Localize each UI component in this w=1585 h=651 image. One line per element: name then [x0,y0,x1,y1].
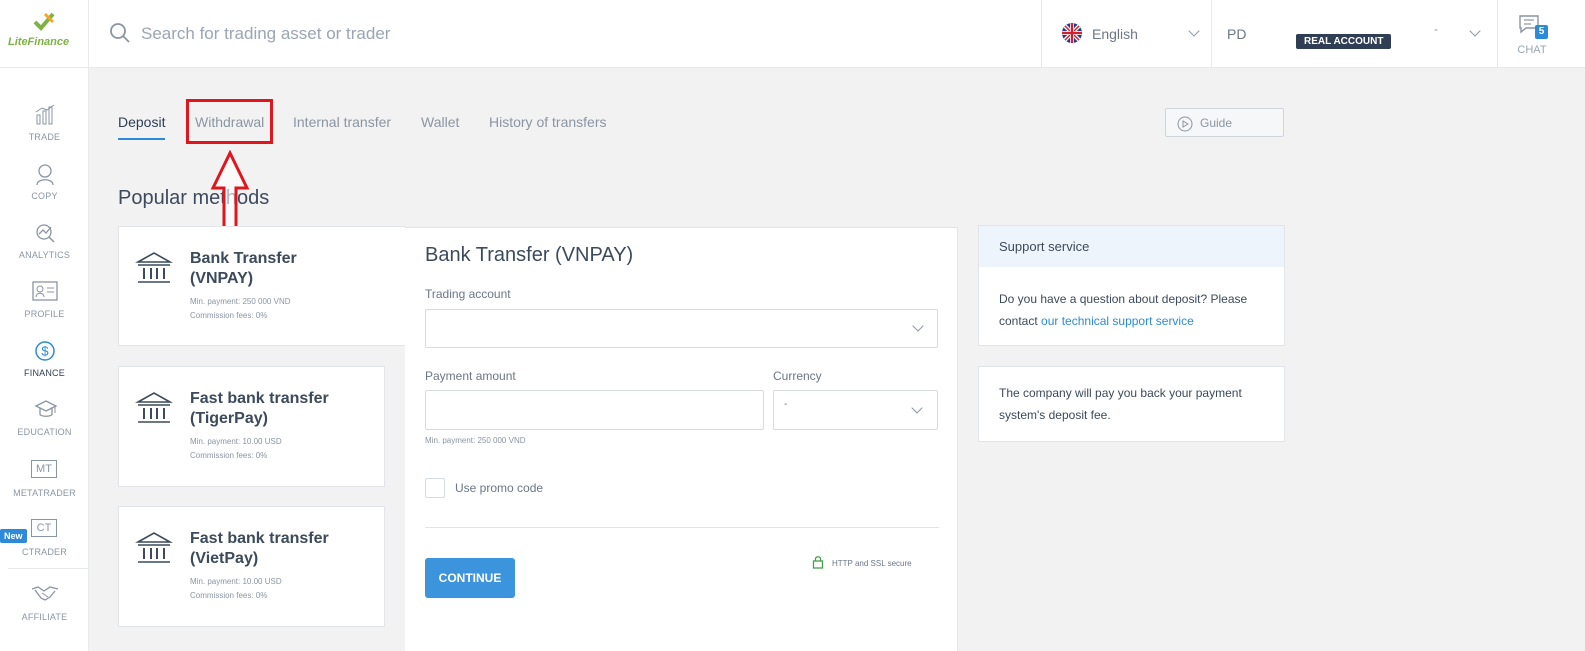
continue-button[interactable]: CONTINUE [425,558,515,598]
account-balance: - [1434,22,1438,36]
sidebar-item-trade[interactable]: TRADE [0,104,89,162]
tab-history-of-transfers[interactable]: History of transfers [489,114,606,138]
chat-label: CHAT [1517,44,1547,56]
chat-button[interactable]: 5 CHAT [1497,0,1585,68]
chevron-down-icon [1469,25,1481,37]
account-type-badge: REAL ACCOUNT [1296,34,1392,49]
sidebar-item-copy[interactable]: COPY [0,163,89,221]
graduation-cap-icon [34,400,58,417]
chevron-down-icon [912,320,924,332]
sidebar-item-profile[interactable]: PROFILE [0,281,89,339]
method-card-tigerpay[interactable]: Fast bank transfer (TigerPay) Min. payme… [118,366,385,487]
min-payment-hint: Min. payment: 250 000 VND [425,436,526,445]
chat-count-badge: 5 [1535,25,1548,39]
refund-panel: The company will pay you back your payme… [978,366,1285,442]
trader-icon [36,164,54,186]
currency-label: Currency [773,369,822,383]
sidebar-item-label: AFFILIATE [21,612,68,622]
payment-amount-label: Payment amount [425,369,516,383]
currency-select[interactable]: - [773,390,938,430]
method-min-payment: Min. payment: 10.00 USD [190,437,282,446]
dollar-icon: $ [35,341,55,361]
guide-button[interactable]: Guide [1165,108,1284,137]
account-selector[interactable]: PD REAL ACCOUNT - [1211,0,1497,68]
trading-account-label: Trading account [425,287,511,301]
method-card-vnpay[interactable]: Bank Transfer (VNPAY) Min. payment: 250 … [118,226,406,346]
language-label: English [1092,26,1138,42]
sidebar-item-label: FINANCE [24,368,65,378]
bank-icon [135,252,173,283]
sidebar-item-label: METATRADER [13,488,76,498]
sidebar-item-label: PROFILE [24,309,65,319]
annotation-highlight-box [186,99,273,144]
form-divider [425,527,939,528]
support-header: Support service [979,226,1284,267]
metatrader-icon: MT [31,460,57,478]
sidebar-item-analytics[interactable]: ANALYTICS [0,222,89,280]
sidebar-divider [8,568,88,569]
lock-icon [812,556,824,569]
search-bar [89,0,1041,68]
analytics-icon [36,224,55,243]
uk-flag-icon [1062,23,1082,43]
method-name: Fast bank transfer (TigerPay) [190,390,329,427]
tab-deposit[interactable]: Deposit [118,114,166,140]
sidebar-item-education[interactable]: EDUCATION [0,399,89,457]
search-icon [110,23,130,43]
search-input[interactable] [141,20,1001,48]
ctrader-icon: CT [31,519,57,537]
deposit-form: Bank Transfer (VNPAY) Trading account Pa… [405,227,958,651]
sidebar-item-label: EDUCATION [17,427,72,437]
sidebar-item-affiliate[interactable]: AFFILIATE [0,584,89,642]
refund-text: The company will pay you back your payme… [999,386,1242,422]
support-text: Do you have a question about deposit? Pl… [999,292,1248,328]
top-header: LiteFinance English PD REAL ACCOUNT - [0,0,1585,68]
play-icon [1177,116,1193,132]
logo[interactable]: LiteFinance [0,0,89,68]
technical-support-link[interactable]: our technical support service [1041,314,1194,328]
chevron-down-icon [1188,25,1200,37]
logo-icon [33,12,55,31]
payment-amount-input[interactable] [426,391,763,429]
sidebar: TRADE COPY ANALYTICS PROFILE $ FINANCE E… [0,68,89,651]
tab-wallet[interactable]: Wallet [421,114,459,138]
new-badge: New [0,529,27,543]
method-commission: Commission fees: 0% [190,591,268,600]
payment-amount-field[interactable] [425,390,764,430]
chevron-down-icon [911,402,923,414]
sidebar-item-label: TRADE [28,132,61,142]
handshake-icon [31,586,59,601]
secure-label: HTTP and SSL secure [812,556,912,569]
currency-value: - [784,399,788,410]
sidebar-item-label: ANALYTICS [18,250,71,260]
support-panel: Support service Do you have a question a… [978,225,1285,346]
chart-icon [35,104,55,125]
logo-text: LiteFinance [8,36,70,48]
tab-internal-transfer[interactable]: Internal transfer [293,114,391,138]
method-min-payment: Min. payment: 250 000 VND [190,297,291,306]
trading-account-select[interactable] [425,309,938,348]
method-card-vietpay[interactable]: Fast bank transfer (VietPay) Min. paymen… [118,506,385,627]
form-title: Bank Transfer (VNPAY) [425,244,634,266]
profile-card-icon [32,281,58,301]
method-commission: Commission fees: 0% [190,311,268,320]
method-name: Bank Transfer (VNPAY) [190,250,297,287]
svg-text:$: $ [41,344,49,359]
sidebar-item-metatrader[interactable]: MT METATRADER [0,460,89,518]
method-commission: Commission fees: 0% [190,451,268,460]
guide-label: Guide [1200,116,1233,130]
promo-code-label: Use promo code [455,481,544,495]
sidebar-item-label: COPY [31,191,58,201]
promo-code-checkbox[interactable] [425,478,445,498]
support-title: Support service [999,239,1090,254]
bank-icon [135,392,173,423]
method-min-payment: Min. payment: 10.00 USD [190,577,282,586]
method-name: Fast bank transfer (VietPay) [190,530,329,567]
sidebar-item-label: CTRADER [22,547,67,557]
language-selector[interactable]: English [1041,0,1211,68]
bank-icon [135,532,173,563]
account-initials: PD [1227,26,1247,42]
sidebar-item-finance[interactable]: $ FINANCE [0,340,89,398]
